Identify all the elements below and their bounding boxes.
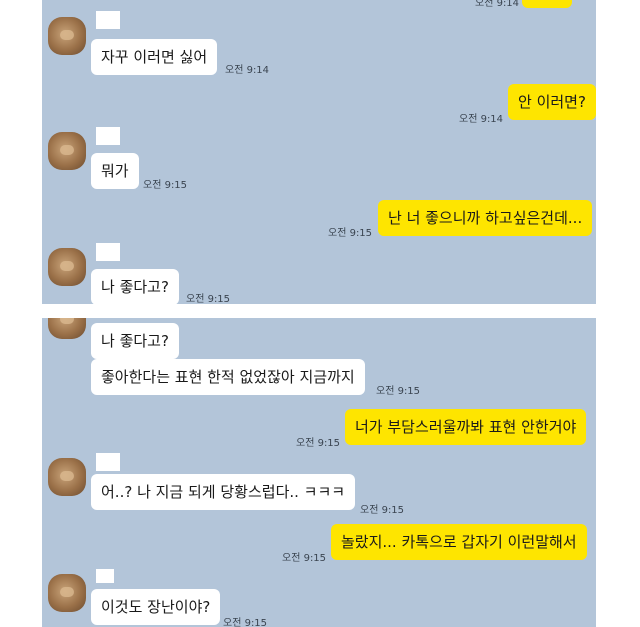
message-time: 오전 9:15 — [360, 505, 405, 516]
message-time: 오전 9:14 — [225, 65, 270, 76]
avatar — [48, 574, 86, 612]
message-time: 오전 9:15 — [143, 180, 188, 191]
message-time: 오전 9:14 — [459, 114, 504, 125]
message-bubble-outgoing: 안 이러면? — [508, 84, 596, 120]
sender-name — [96, 11, 120, 29]
message-bubble-incoming: 나 좋다고? — [91, 323, 179, 359]
message-time: 오전 9:15 — [186, 294, 231, 304]
sender-name — [96, 453, 120, 471]
message-bubble-outgoing: 너가 부담스러울까봐 표현 안한거야 — [345, 409, 587, 445]
message-time: 오전 9:15 — [296, 438, 341, 449]
sender-name — [96, 569, 114, 583]
message-bubble-outgoing: 놀랐지... 카톡으로 갑자기 이런말해서 — [331, 524, 587, 560]
message-bubble-outgoing — [522, 0, 572, 8]
sender-name — [96, 127, 120, 145]
avatar — [48, 458, 86, 496]
sender-name — [96, 243, 120, 261]
message-bubble-incoming: 좋아한다는 표현 한적 없었잖아 지금까지 — [91, 359, 365, 395]
avatar — [48, 132, 86, 170]
message-bubble-incoming: 어..? 나 지금 되게 당황스럽다.. ㅋㅋㅋ — [91, 474, 356, 510]
message-bubble-incoming: 나 좋다고? — [91, 269, 179, 304]
chat-screenshot-bottom: 나 좋다고? 좋아한다는 표현 한적 없었잖아 지금까지 오전 9:15 너가 … — [42, 318, 596, 627]
avatar — [48, 17, 86, 55]
message-time: 오전 9:15 — [282, 553, 327, 564]
message-bubble-incoming: 이것도 장난이야? — [91, 589, 221, 625]
message-time: 오전 9:15 — [223, 618, 268, 627]
message-time: 오전 9:15 — [376, 386, 421, 397]
message-time: 오전 9:15 — [328, 228, 373, 239]
message-bubble-incoming: 자꾸 이러면 싫어 — [91, 39, 218, 75]
avatar — [48, 248, 86, 286]
chat-screenshot-top: 오전 9:14 자꾸 이러면 싫어 오전 9:14 안 이러면? 오전 9:14… — [42, 0, 596, 304]
message-time: 오전 9:14 — [475, 0, 520, 9]
message-bubble-incoming: 뭐가 — [91, 153, 139, 189]
message-bubble-outgoing: 난 너 좋으니까 하고싶은건데... — [378, 200, 593, 236]
avatar — [48, 318, 86, 339]
